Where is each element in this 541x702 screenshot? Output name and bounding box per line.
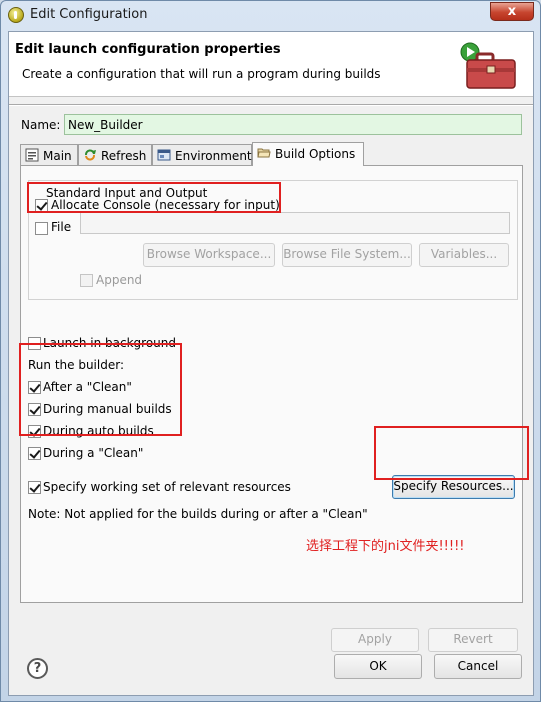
- ok-button[interactable]: OK: [334, 654, 422, 679]
- main-tab-icon: [25, 148, 39, 162]
- tab-main-label: Main: [43, 149, 72, 163]
- tab-refresh[interactable]: Refresh: [78, 144, 152, 166]
- folder-open-icon: [257, 148, 271, 158]
- help-icon[interactable]: ?: [27, 658, 48, 679]
- window-title: Edit Configuration: [30, 7, 148, 22]
- during-clean-checkbox[interactable]: [28, 447, 41, 460]
- tab-environment[interactable]: Environment: [152, 144, 252, 166]
- name-field[interactable]: [64, 114, 522, 135]
- clean-note: Note: Not applied for the builds during …: [28, 507, 368, 521]
- variables-button[interactable]: Variables...: [419, 243, 509, 267]
- browse-workspace-button[interactable]: Browse Workspace...: [143, 243, 275, 267]
- tab-environment-label: Environment: [175, 149, 252, 163]
- title-bar[interactable]: Edit Configuration x: [1, 1, 540, 31]
- toolbox-run-icon: [460, 42, 516, 89]
- append-checkbox[interactable]: [80, 274, 93, 287]
- apply-button[interactable]: Apply: [331, 628, 419, 652]
- close-button[interactable]: x: [490, 2, 534, 21]
- tab-build-options[interactable]: Build Options: [252, 142, 364, 166]
- annotation-text: 选择工程下的jni文件夹!!!!!: [306, 539, 465, 554]
- refresh-icon: [85, 149, 96, 161]
- header-title: Edit launch configuration properties: [15, 42, 281, 57]
- during-clean-label: During a "Clean": [43, 446, 144, 460]
- revert-button[interactable]: Revert: [428, 628, 518, 652]
- cancel-button[interactable]: Cancel: [434, 654, 522, 679]
- tab-build-options-label: Build Options: [275, 147, 356, 161]
- header-separator: [9, 104, 533, 106]
- file-checkbox[interactable]: [35, 222, 48, 235]
- file-path-field[interactable]: [80, 212, 510, 234]
- append-label: Append: [96, 273, 143, 287]
- working-set-label: Specify working set of relevant resource…: [43, 480, 291, 494]
- edit-configuration-window: Edit Configuration x Edit launch configu…: [0, 0, 541, 702]
- header-description: Create a configuration that will run a p…: [22, 67, 381, 81]
- browse-file-system-button[interactable]: Browse File System...: [282, 243, 412, 267]
- tab-main[interactable]: Main: [20, 144, 78, 166]
- dialog-header: Edit launch configuration properties Cre…: [9, 32, 533, 97]
- highlight-run-builder: [19, 343, 182, 436]
- highlight-allocate-console: [27, 182, 281, 213]
- highlight-specify-resources: [374, 426, 529, 480]
- name-label: Name:: [21, 118, 61, 132]
- working-set-checkbox[interactable]: [28, 481, 41, 494]
- app-icon: [8, 7, 24, 23]
- file-label: File: [51, 220, 72, 234]
- tab-refresh-label: Refresh: [101, 149, 147, 163]
- environment-icon: [157, 149, 171, 161]
